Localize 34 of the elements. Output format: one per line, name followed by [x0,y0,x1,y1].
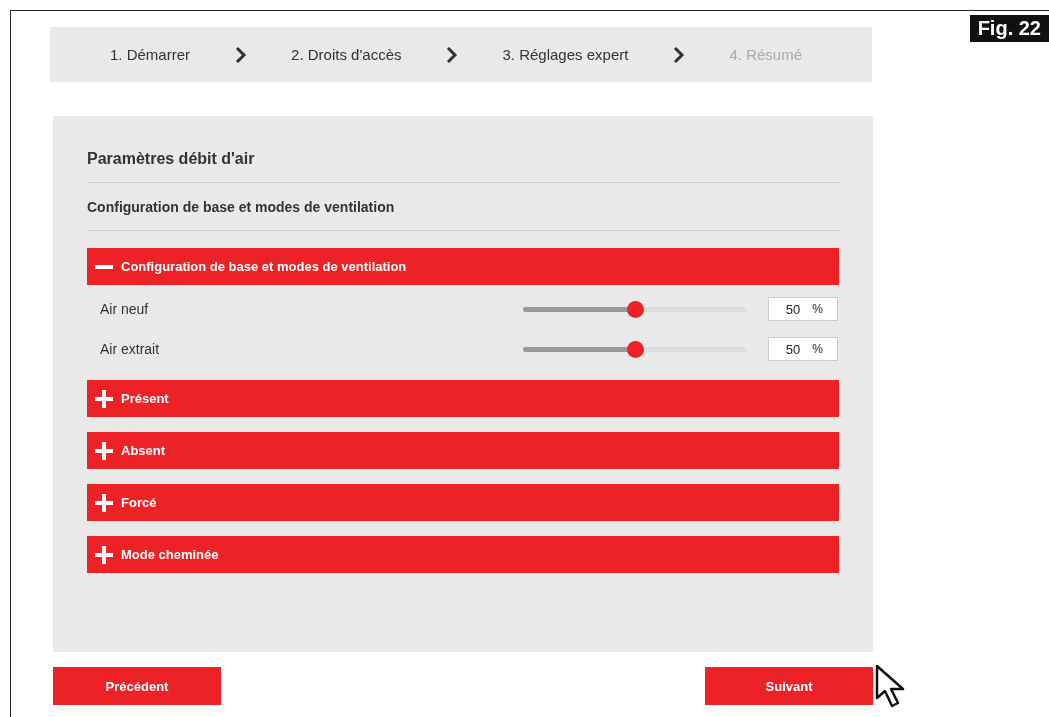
accordion-title: Forcé [121,495,157,510]
step-label[interactable]: 3. Réglages expert [502,46,629,63]
accordion-header[interactable]: Forcé [87,484,839,521]
step-label[interactable]: 2. Droits d'accès [291,46,402,63]
accordion-header[interactable]: Configuration de base et modes de ventilation [87,248,839,285]
next-button[interactable]: Suivant [705,667,873,705]
plus-icon [95,389,113,408]
slider-track[interactable] [523,340,746,358]
setting-label: Air extrait [100,341,161,357]
minus-icon [95,264,113,269]
accordion-title: Mode cheminée [121,547,219,562]
accordion-title: Présent [121,391,169,406]
accordion-header[interactable]: Absent [87,432,839,469]
setting-label: Air neuf [100,301,150,317]
slider-thumb[interactable] [626,340,644,358]
chevron-icon [672,46,685,63]
accordion-header[interactable]: Mode cheminée [87,536,839,573]
slider-track[interactable] [523,300,746,318]
back-button[interactable]: Précédent [53,667,221,705]
percent-input-field[interactable]: 50 % [768,297,838,321]
plus-icon [95,441,113,460]
chevron-icon [234,46,247,63]
accordion-title: Absent [121,443,166,458]
panel-title: Paramètres débit d'air [87,146,839,183]
step-label[interactable]: 1. Démarrer [110,46,191,63]
plus-icon [95,493,113,512]
accordion-header[interactable]: Présent [87,380,839,417]
chevron-icon [446,46,458,63]
percent-input-field[interactable]: 50 % [768,337,838,361]
slider-thumb[interactable] [626,300,644,318]
panel-subtitle: Configuration de base et modes de ventilation [87,183,839,231]
accordion-title: Configuration de base et modes de ventilation [121,259,407,274]
plus-icon [95,545,113,564]
figure-label: Fig. 22 [969,15,1049,42]
